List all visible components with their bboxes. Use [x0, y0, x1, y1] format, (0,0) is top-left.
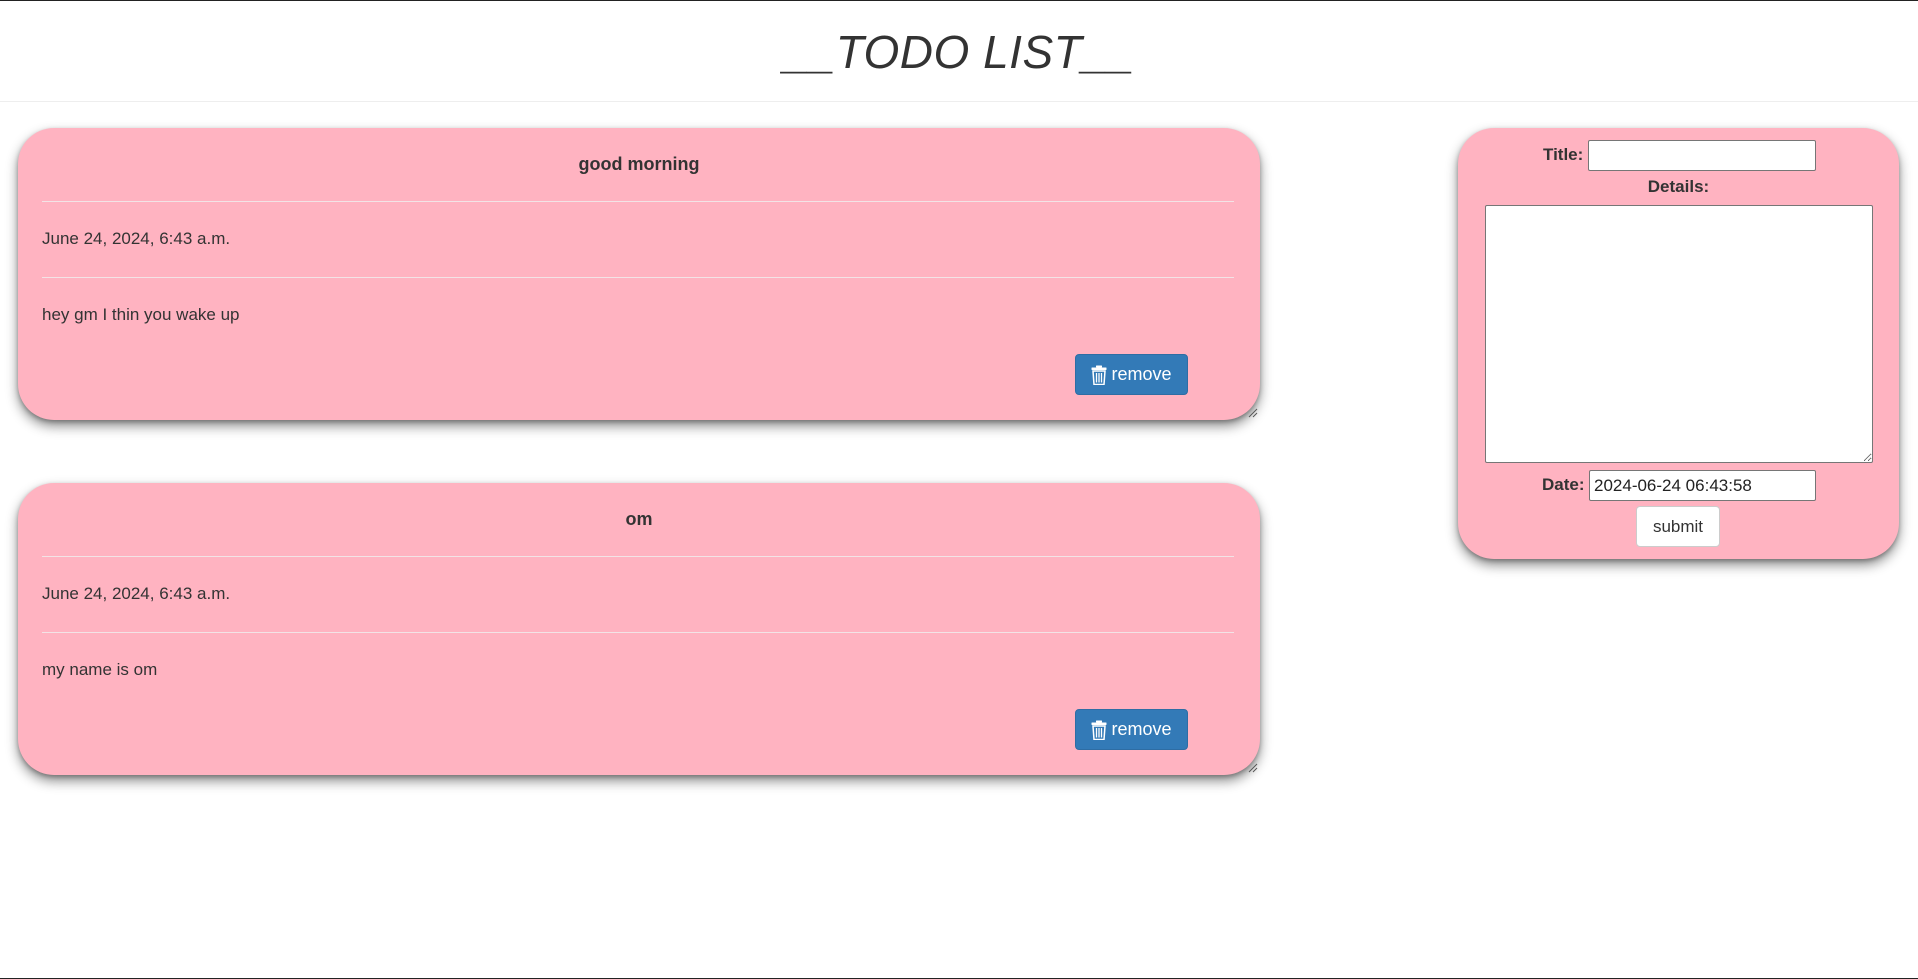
date-label: Date: [1542, 475, 1585, 494]
todo-card: good morning June 24, 2024, 6:43 a.m. he… [18, 128, 1260, 420]
todo-details: hey gm I thin you wake up [42, 305, 240, 324]
trash-icon [1091, 720, 1107, 740]
trash-icon [1091, 365, 1107, 385]
todo-date: June 24, 2024, 6:43 a.m. [42, 229, 231, 248]
page-header: __TODO LIST__ [0, 1, 1918, 102]
divider [42, 556, 1234, 557]
date-input[interactable] [1589, 470, 1816, 501]
remove-label: remove [1111, 364, 1172, 384]
resize-grip-icon[interactable] [1248, 763, 1258, 773]
todo-card: om June 24, 2024, 6:43 a.m. my name is o… [18, 483, 1260, 775]
details-label: Details: [1647, 177, 1710, 196]
todo-date: June 24, 2024, 6:43 a.m. [42, 584, 231, 603]
title-label: Title: [1543, 145, 1584, 164]
title-input[interactable] [1588, 140, 1816, 171]
submit-button[interactable]: submit [1636, 506, 1720, 547]
divider [42, 201, 1234, 202]
todo-title: good morning [578, 154, 700, 174]
add-todo-form: Title: Details: Date: submit [1458, 128, 1899, 559]
remove-button[interactable]: remove [1075, 709, 1188, 750]
remove-button[interactable]: remove [1075, 354, 1188, 395]
resize-grip-icon[interactable] [1248, 408, 1258, 418]
todo-details: my name is om [42, 660, 158, 679]
todo-title: om [625, 509, 653, 529]
page-title: __TODO LIST__ [783, 26, 1135, 78]
divider [42, 277, 1234, 278]
divider [42, 632, 1234, 633]
remove-label: remove [1111, 719, 1172, 739]
details-textarea[interactable] [1485, 205, 1873, 463]
